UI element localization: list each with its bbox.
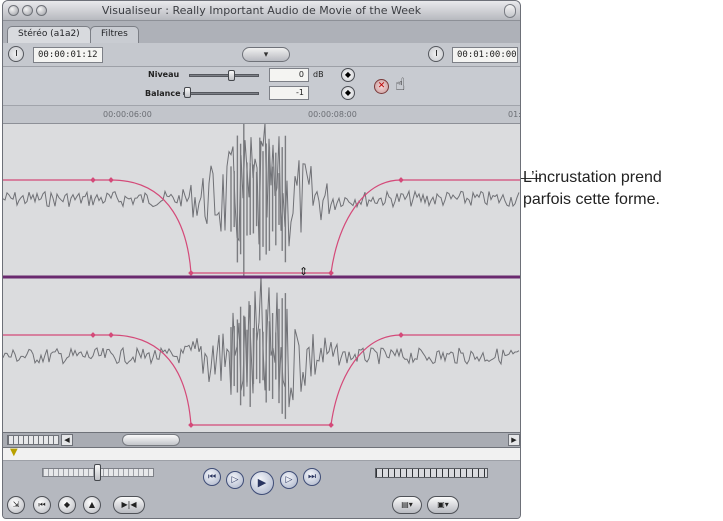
- level-keyframe-button[interactable]: ◆: [341, 68, 355, 82]
- jog-knob[interactable]: [94, 464, 101, 481]
- right-level-envelope-keyframe: [328, 422, 334, 428]
- right-level-envelope: [3, 334, 520, 426]
- drag-hand-icon[interactable]: ☝: [395, 75, 405, 95]
- left-level-envelope: [3, 179, 520, 274]
- reset-button[interactable]: ✕: [374, 79, 389, 94]
- scroll-left-arrow[interactable]: ◀: [61, 434, 73, 446]
- duration-timecode-field[interactable]: 00:00:01:12: [33, 47, 103, 63]
- balance-slider-knob[interactable]: [184, 87, 191, 98]
- left-level-envelope-keyframe: [188, 270, 194, 276]
- right-channel-waveform: [3, 275, 520, 408]
- add-keyframe-button[interactable]: ◆: [58, 496, 76, 514]
- balance-label: Balance: [145, 89, 181, 98]
- right-level-envelope-keyframe: [90, 332, 96, 338]
- play-button[interactable]: ▶: [250, 471, 274, 495]
- play-in-to-out-button[interactable]: ▷: [226, 471, 244, 489]
- level-unit: dB: [313, 70, 324, 79]
- waveform-graphic[interactable]: ⇕: [3, 124, 520, 432]
- current-time-clock-icon: [428, 46, 444, 62]
- level-slider-track[interactable]: [189, 74, 259, 77]
- scroll-right-arrow[interactable]: ▶: [508, 434, 520, 446]
- add-marker-button[interactable]: ▲: [83, 496, 101, 514]
- window-title: Visualiseur : Really Important Audio de …: [101, 4, 422, 17]
- left-channel-waveform: [3, 124, 520, 247]
- audio-controls: Niveau 0 dB ◆ Balance -1 ◆ ✕ ☝: [3, 67, 520, 105]
- view-popup-button[interactable]: ▾: [242, 47, 290, 62]
- ruler-mark: 00:00:08:00: [308, 110, 357, 119]
- timecode-row: 00:00:01:12 ▾ 00:01:00:00: [3, 43, 520, 67]
- right-level-envelope-keyframe: [188, 422, 194, 428]
- toolbar-toggle-button[interactable]: [504, 4, 516, 18]
- mark-in-out-button[interactable]: ▶|◀: [113, 496, 145, 514]
- annotation-line-2: parfois cette forme.: [523, 191, 660, 208]
- left-level-envelope-keyframe: [398, 177, 404, 183]
- level-slider-knob[interactable]: [228, 70, 235, 81]
- playhead-icon[interactable]: ▼: [10, 447, 18, 458]
- overlay-popup-button[interactable]: ▤▾: [392, 496, 422, 514]
- duration-clock-icon: [8, 46, 24, 62]
- title-bar[interactable]: Visualiseur : Really Important Audio de …: [3, 1, 520, 21]
- match-frame-button[interactable]: ⇲: [7, 496, 25, 514]
- resize-cursor-icon: ⇕: [299, 265, 308, 278]
- mark-in-button[interactable]: ⏮: [33, 496, 51, 514]
- scrubber-bar[interactable]: ▼: [3, 447, 520, 461]
- left-level-envelope-keyframe: [328, 270, 334, 276]
- current-timecode-field[interactable]: 00:01:00:00: [452, 47, 518, 63]
- scroll-thumb[interactable]: [122, 434, 180, 446]
- transport-controls: ⏮ ▷ ▶ ▷ ⏭ ⇲ ⏮ ◆ ▲ ▶|◀ ▤▾ ▣▾: [3, 461, 520, 518]
- time-ruler[interactable]: 00:00:06:00 00:00:08:00 01:: [3, 105, 520, 124]
- ruler-mark: 00:00:06:00: [103, 110, 152, 119]
- right-level-envelope-keyframe: [108, 332, 114, 338]
- tab-stereo[interactable]: Stéréo (a1a2): [7, 26, 91, 43]
- zoom-scroll-row: ◀ ▶: [3, 432, 520, 447]
- ruler-mark: 01:: [508, 110, 521, 119]
- play-around-button[interactable]: ▷: [280, 471, 298, 489]
- tab-filters[interactable]: Filtres: [90, 26, 139, 43]
- annotation-line-1: L’incrustation prend: [523, 169, 662, 186]
- show-options-popup-button[interactable]: ▣▾: [427, 496, 459, 514]
- balance-keyframe-button[interactable]: ◆: [341, 86, 355, 100]
- balance-slider-track[interactable]: [183, 92, 259, 95]
- waveform-display[interactable]: ⇕: [3, 124, 520, 432]
- zoom-slider[interactable]: [7, 435, 59, 445]
- tab-bar: Stéréo (a1a2) Filtres: [3, 21, 520, 43]
- left-level-envelope-keyframe: [90, 177, 96, 183]
- right-level-envelope-keyframe: [398, 332, 404, 338]
- left-level-envelope-keyframe: [108, 177, 114, 183]
- viewer-window: Visualiseur : Really Important Audio de …: [2, 0, 521, 519]
- annotation-callout: L’incrustation prend parfois cette forme…: [523, 167, 723, 211]
- shuttle-control[interactable]: [375, 468, 488, 478]
- balance-value-field[interactable]: -1: [269, 86, 309, 100]
- previous-edit-button[interactable]: ⏮: [203, 468, 221, 486]
- level-value-field[interactable]: 0: [269, 68, 309, 82]
- next-edit-button[interactable]: ⏭: [303, 468, 321, 486]
- level-label: Niveau: [148, 70, 180, 79]
